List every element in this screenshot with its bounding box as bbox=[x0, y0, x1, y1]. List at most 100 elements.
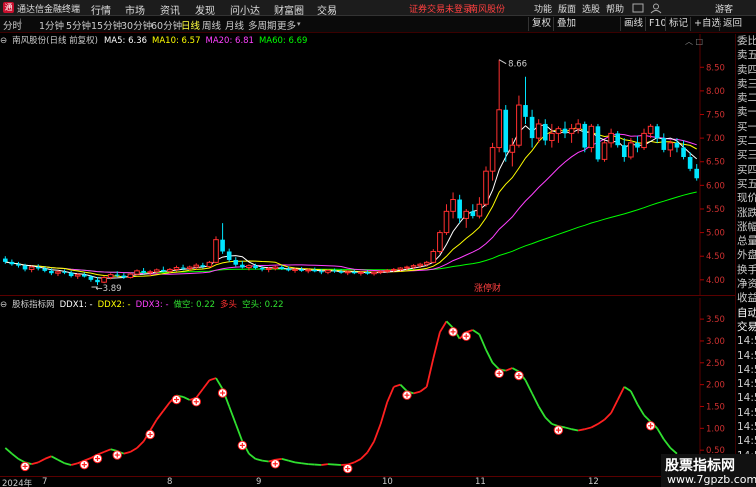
indicator-segment bbox=[439, 320, 448, 333]
skin-icon[interactable] bbox=[632, 2, 644, 14]
menu-jiaoyi[interactable]: 交易 bbox=[317, 2, 337, 17]
buy-marker bbox=[191, 397, 201, 407]
indicator-segment bbox=[4, 447, 13, 455]
menu-zixun[interactable]: 资讯 bbox=[160, 2, 180, 17]
quote-field: 14:50 bbox=[737, 435, 756, 448]
candle-body bbox=[516, 104, 522, 146]
candle-body bbox=[62, 271, 67, 273]
candle-body bbox=[575, 123, 581, 130]
more-chevron-icon[interactable]: ▾ bbox=[297, 20, 301, 28]
candle-body bbox=[674, 142, 680, 148]
period-30min[interactable]: 30分钟 bbox=[121, 18, 152, 32]
menu-caifuquan[interactable]: 财富圈 bbox=[274, 2, 304, 17]
indicator-segment bbox=[564, 426, 572, 431]
candle bbox=[489, 142, 496, 181]
user-label[interactable]: 游客 bbox=[715, 2, 733, 15]
candle-body bbox=[325, 269, 331, 273]
price-tick-label: 4.00 bbox=[706, 276, 725, 286]
candle bbox=[450, 192, 456, 219]
candle bbox=[206, 260, 213, 268]
price-tick-label: 8.50 bbox=[706, 63, 725, 73]
candle bbox=[470, 204, 476, 219]
ma60-label: MA60: 6.69 bbox=[258, 36, 308, 46]
collapse-icon[interactable]: ⊖ bbox=[0, 36, 7, 46]
candle-body bbox=[2, 258, 8, 262]
buy-marker bbox=[20, 461, 30, 472]
candle-body bbox=[42, 268, 48, 271]
candle-body bbox=[615, 133, 620, 146]
menu-shichang[interactable]: 市场 bbox=[125, 2, 145, 17]
watermark-url: www.7gpzb.com bbox=[667, 473, 756, 486]
buy-marker bbox=[645, 421, 656, 431]
candle-body bbox=[259, 268, 265, 270]
indicator-chart[interactable]: 3.503.002.502.001.501.000.50 bbox=[0, 298, 735, 476]
indicator-segment bbox=[301, 462, 309, 466]
duokong-label: 做空: 0.22 bbox=[173, 300, 216, 310]
menu-bangzhu[interactable]: 帮助 bbox=[606, 2, 624, 15]
menu-xuangu[interactable]: 选股 bbox=[582, 2, 600, 15]
indicator-collapse-icon[interactable]: ⊖ bbox=[0, 300, 7, 310]
period-more[interactable]: 更多 bbox=[277, 18, 296, 32]
menu-hangqing[interactable]: 行情 bbox=[91, 2, 111, 17]
candle-body bbox=[621, 145, 627, 158]
candle-body bbox=[246, 265, 252, 269]
maximize-icon[interactable]: □ bbox=[696, 37, 704, 46]
quote-panel[interactable]: 委比 卖五 卖四 卖三 卖二 卖一 买一 买二 买三 买四 买五 现价 涨跌 涨幅 总量 外盘 换手 净资 收益 自动… bbox=[735, 34, 756, 487]
user-icon[interactable] bbox=[650, 3, 662, 14]
period-monthly[interactable]: 月线 bbox=[225, 18, 244, 32]
period-multi[interactable]: 多周期 bbox=[248, 18, 277, 32]
candle-body bbox=[305, 269, 312, 272]
menu-wenxiaoda[interactable]: 问小达 bbox=[230, 2, 260, 17]
candle-body bbox=[523, 105, 528, 117]
indicator-segment bbox=[478, 334, 487, 351]
candle bbox=[338, 269, 344, 274]
period-15min[interactable]: 15分钟 bbox=[91, 18, 122, 32]
diejia-button[interactable]: 叠加 bbox=[553, 17, 579, 31]
login-alert[interactable]: 证券交易未登录 bbox=[409, 2, 472, 15]
candle-body bbox=[55, 271, 61, 274]
back-button[interactable]: 返回 bbox=[719, 17, 745, 31]
quote-field: 涨跌 bbox=[737, 206, 756, 219]
period-1min[interactable]: 1分钟 bbox=[39, 18, 64, 32]
candle bbox=[523, 76, 528, 124]
indicator-segment bbox=[321, 463, 329, 466]
indicator-segment bbox=[248, 452, 257, 460]
indicator-segment bbox=[373, 423, 382, 442]
candle bbox=[200, 262, 206, 269]
candle-body bbox=[28, 266, 35, 270]
candle bbox=[542, 119, 548, 146]
candle bbox=[575, 119, 581, 134]
ma60-line bbox=[5, 191, 697, 274]
period-weekly[interactable]: 周线 bbox=[202, 18, 221, 32]
title-bar: 通 通达信金融终端 行情 市场 资讯 发现 问小达 财富圈 交易 证券交易未登录… bbox=[0, 0, 756, 17]
stock-name-link[interactable]: 南风股份 bbox=[469, 2, 505, 15]
indicator-segment bbox=[37, 458, 46, 464]
menu-banmian[interactable]: 版面 bbox=[558, 2, 576, 15]
candle-body bbox=[344, 271, 351, 274]
candle bbox=[476, 197, 483, 219]
candle bbox=[55, 270, 61, 277]
huaxian-button[interactable]: 画线 bbox=[620, 17, 646, 31]
menu-faxian[interactable]: 发现 bbox=[195, 2, 215, 17]
biaoji-button[interactable]: 标记 bbox=[665, 17, 691, 31]
candle-body bbox=[535, 123, 542, 139]
date-month-11: 11 bbox=[475, 477, 486, 487]
ddx1-label: DDX1: - bbox=[59, 300, 93, 310]
candle-body bbox=[377, 270, 384, 273]
period-5min[interactable]: 5分钟 bbox=[66, 18, 91, 32]
candle-body bbox=[654, 126, 660, 139]
chevron-up-icon[interactable]: ︿ bbox=[685, 37, 693, 46]
kline-chart[interactable]: 8.50 8.00 7.50 7.00 6.50 6.00 5.50 5.00 4.50 4.00… bbox=[0, 34, 735, 296]
fuquan-button[interactable]: 复权 bbox=[528, 17, 554, 31]
candle-body bbox=[568, 128, 575, 134]
candle-body bbox=[220, 239, 225, 252]
menu-gongneng[interactable]: 功能 bbox=[534, 2, 552, 15]
candle bbox=[430, 249, 437, 264]
indicator-segment bbox=[485, 349, 494, 364]
period-60min[interactable]: 60分钟 bbox=[151, 18, 182, 32]
period-daily[interactable]: 日线 bbox=[181, 18, 200, 32]
candle bbox=[654, 123, 660, 143]
indicator-segment bbox=[491, 362, 500, 370]
ma20-line bbox=[5, 133, 697, 275]
candle bbox=[233, 257, 239, 267]
